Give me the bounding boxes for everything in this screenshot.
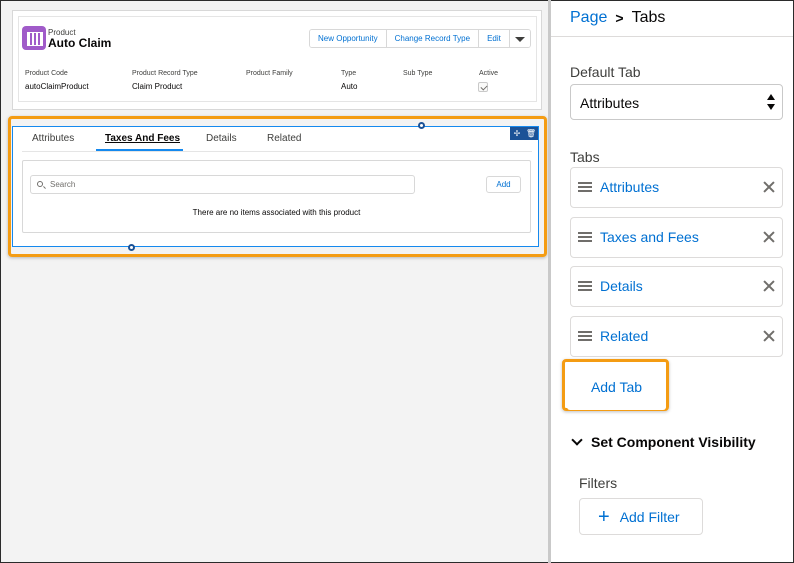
field-label-active: Active <box>479 70 499 77</box>
panel-header-divider <box>551 36 793 37</box>
breadcrumb-current: Tabs <box>631 9 666 26</box>
close-icon[interactable] <box>762 329 776 343</box>
change-record-type-button[interactable]: Change Record Type <box>386 30 480 47</box>
breadcrumb: Page > Tabs <box>570 9 665 28</box>
tab-item[interactable]: Attributes <box>570 167 783 208</box>
tab-bar-divider <box>22 151 532 152</box>
field-value-type: Auto <box>341 82 358 91</box>
filters-label: Filters <box>579 475 618 491</box>
field-value-product-code: autoClaimProduct <box>25 82 89 91</box>
tab-item[interactable]: Details <box>570 266 783 307</box>
close-icon[interactable] <box>762 180 776 194</box>
breadcrumb-page-link[interactable]: Page <box>570 9 607 28</box>
field-label-sub-type: Sub Type <box>403 70 433 77</box>
tab-item[interactable]: Related <box>570 316 783 357</box>
drag-handle-icon[interactable] <box>578 281 592 292</box>
resize-handle-top[interactable] <box>418 122 425 129</box>
add-tab-button[interactable]: Add Tab <box>567 364 666 410</box>
tab-item[interactable]: Taxes and Fees <box>570 217 783 258</box>
tab-item-name[interactable]: Related <box>600 328 648 344</box>
add-filter-button[interactable]: + Add Filter <box>579 498 703 535</box>
tab-attributes[interactable]: Attributes <box>32 133 74 144</box>
visibility-section-title: Set Component Visibility <box>591 434 756 450</box>
tab-details[interactable]: Details <box>206 133 237 144</box>
default-tab-value: Attributes <box>580 95 640 111</box>
related-list-box <box>22 160 531 233</box>
field-label-product-code: Product Code <box>25 70 68 77</box>
product-icon <box>22 26 46 50</box>
component-toolbar: ✢ 🗑 <box>510 127 538 140</box>
tabs-label: Tabs <box>570 149 600 165</box>
add-filter-label: Add Filter <box>619 508 680 525</box>
tab-item-name[interactable]: Taxes and Fees <box>600 229 699 245</box>
active-checkbox-icon <box>478 82 488 92</box>
default-tab-select[interactable]: Attributes <box>570 84 783 120</box>
field-label-type: Type <box>341 70 357 77</box>
breadcrumb-separator: > <box>615 10 624 26</box>
field-label-product-family: Product Family <box>246 70 293 77</box>
more-actions-dropdown-icon[interactable] <box>509 30 530 47</box>
close-icon[interactable] <box>762 230 776 244</box>
tab-item-name[interactable]: Attributes <box>600 179 659 195</box>
field-label-record-type: Product Record Type <box>132 70 198 77</box>
empty-state-message: There are no items associated with this … <box>192 208 361 217</box>
edit-button[interactable]: Edit <box>479 30 510 47</box>
search-icon <box>37 181 43 187</box>
tab-taxes-and-fees[interactable]: Taxes And Fees <box>105 133 180 144</box>
record-name: Auto Claim <box>48 36 112 50</box>
drag-handle-icon[interactable] <box>578 232 592 243</box>
drag-handle-icon[interactable] <box>578 182 592 193</box>
tab-related[interactable]: Related <box>267 133 301 144</box>
select-arrows-icon <box>766 94 776 112</box>
resize-handle-bottom[interactable] <box>128 244 135 251</box>
search-placeholder: Search <box>50 180 76 189</box>
close-icon[interactable] <box>762 279 776 293</box>
drag-handle-icon[interactable] <box>578 331 592 342</box>
record-highlights-card[interactable] <box>12 10 542 110</box>
trash-icon[interactable]: 🗑 <box>524 127 538 140</box>
add-item-button[interactable]: Add <box>486 176 521 193</box>
new-opportunity-button[interactable]: New Opportunity <box>310 30 387 47</box>
move-icon[interactable]: ✢ <box>510 127 524 140</box>
chevron-down-icon <box>571 434 583 446</box>
tab-item-name[interactable]: Details <box>600 278 643 294</box>
field-value-record-type: Claim Product <box>132 82 183 91</box>
visibility-section-header[interactable]: Set Component Visibility <box>570 434 756 450</box>
default-tab-label: Default Tab <box>570 64 641 80</box>
search-input[interactable]: Search <box>30 175 415 194</box>
plus-icon: + <box>598 505 610 528</box>
record-actions: New Opportunity Change Record Type Edit <box>309 29 531 48</box>
